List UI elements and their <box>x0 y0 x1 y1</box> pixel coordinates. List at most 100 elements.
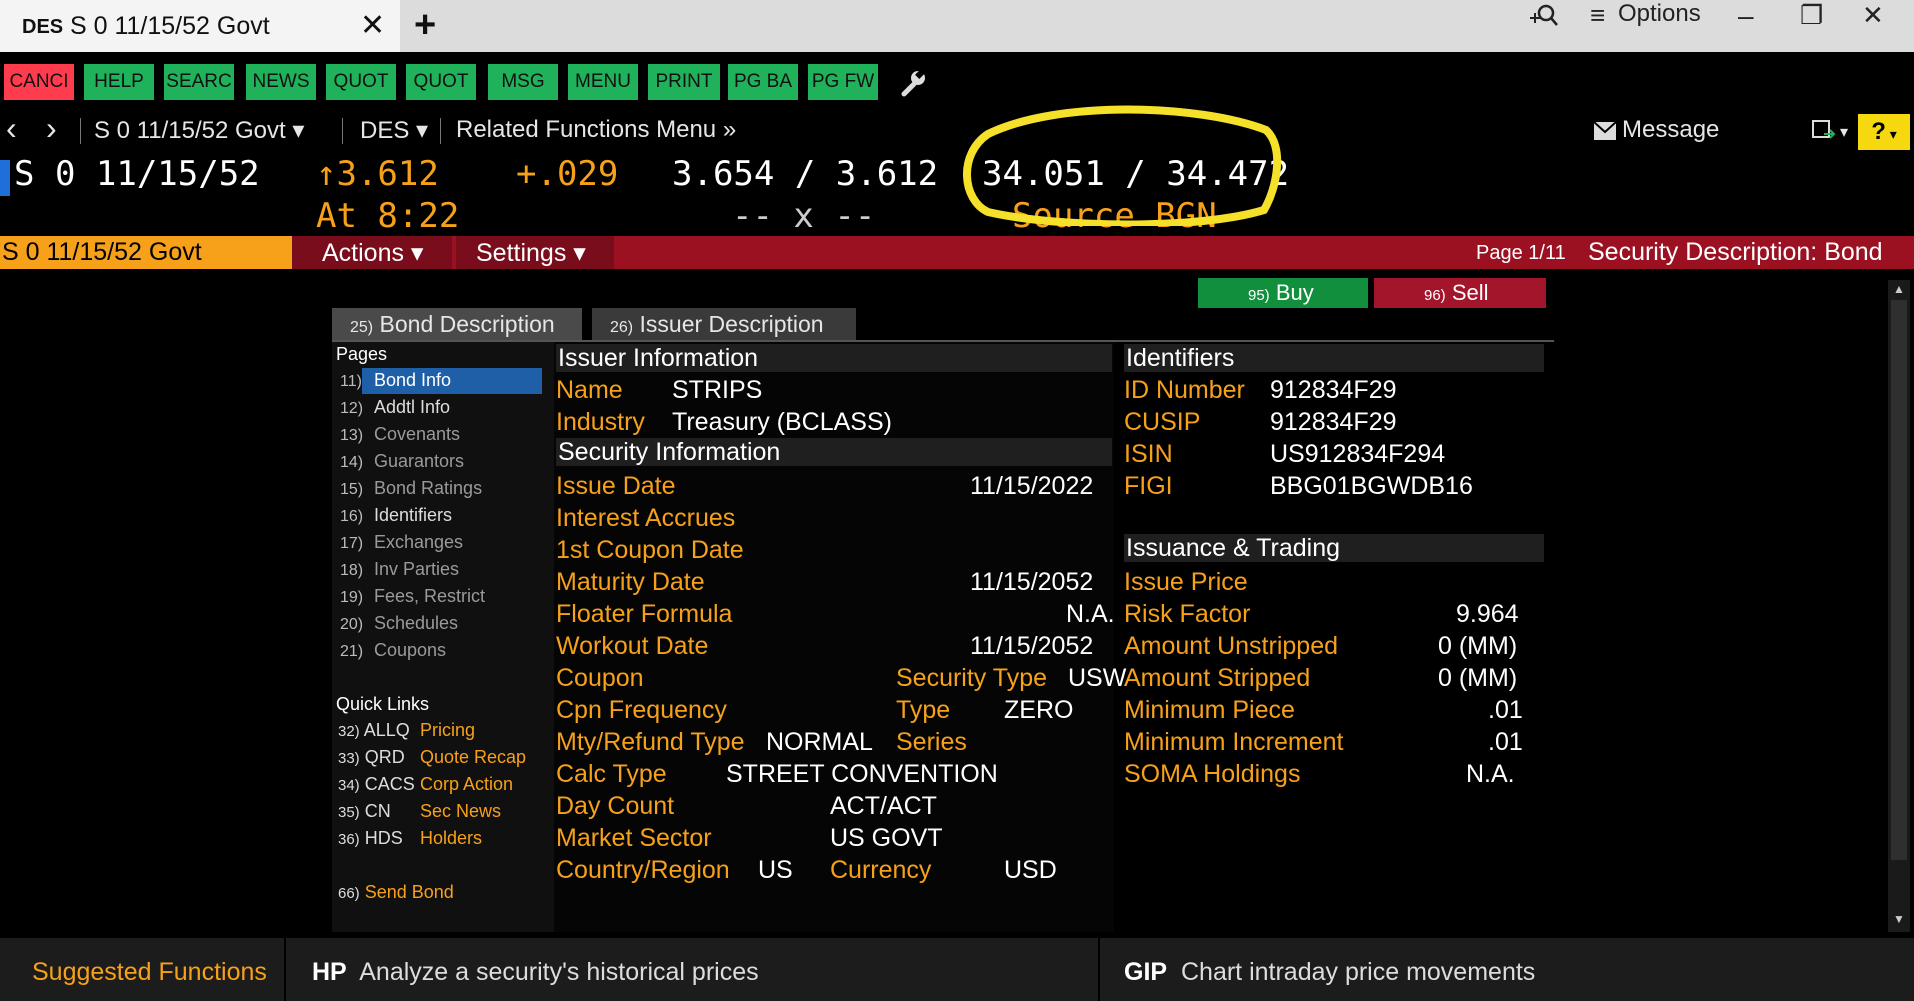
page-back-button[interactable]: PG BA <box>728 64 798 100</box>
quote-recap-button[interactable]: QUOT <box>406 64 476 100</box>
quick-link-quote-recap-label[interactable]: Quote Recap <box>420 747 526 768</box>
page-item-identifiers[interactable]: 16) Identifiers <box>340 505 452 526</box>
maturity-value: 11/15/2052 <box>970 568 1094 596</box>
page-item-schedules[interactable]: 20) Schedules <box>340 613 458 634</box>
page-item-bond-info[interactable]: 11) Bond Info <box>340 370 451 391</box>
suggested-gip[interactable]: GIP Chart intraday price movements <box>1124 958 1535 987</box>
quick-link-holders[interactable]: 36) HDS <box>338 828 403 849</box>
page-indicator: Page 1/11 <box>1476 242 1566 264</box>
restore-button[interactable]: ❐ <box>1800 0 1823 31</box>
tab-issuer-description[interactable]: 26) Issuer Description <box>592 308 856 340</box>
security-header: Security Information <box>558 438 781 466</box>
page-item-addtl-info[interactable]: 12) Addtl Info <box>340 397 450 418</box>
security-selector[interactable]: S 0 11/15/52 Govt ▾ <box>94 116 304 145</box>
page-item-covenants[interactable]: 13) Covenants <box>340 424 460 445</box>
ticker-marker <box>0 160 10 196</box>
calc-type-label: Calc Type <box>556 760 667 788</box>
page-item-exchanges[interactable]: 17) Exchanges <box>340 532 463 553</box>
actions-menu[interactable]: Actions ▾ <box>322 238 423 268</box>
bottom-separator <box>284 938 286 1001</box>
sell-button[interactable]: 96) Sell <box>1374 278 1546 308</box>
scroll-up-icon[interactable]: ▲ <box>1893 282 1905 296</box>
page-item-guarantors[interactable]: 14) Guarantors <box>340 451 464 472</box>
country-label: Country/Region <box>556 856 730 884</box>
forward-arrow-icon[interactable]: › <box>46 110 57 147</box>
amount-stripped-label: Amount Stripped <box>1124 664 1311 692</box>
id-number-value: 912834F29 <box>1270 376 1397 404</box>
search-icon[interactable] <box>1528 2 1560 32</box>
wrench-icon[interactable] <box>898 68 928 98</box>
quick-link-sec-news[interactable]: 35) CN <box>338 801 391 822</box>
close-tab-icon[interactable]: ✕ <box>360 8 385 43</box>
floater-value: N.A. <box>1066 600 1115 628</box>
close-window-button[interactable]: ✕ <box>1862 0 1884 31</box>
send-bond-link[interactable]: 66) Send Bond <box>338 882 454 903</box>
quick-link-pricing[interactable]: 32) ALLQ <box>338 720 410 741</box>
options-button[interactable]: Options <box>1618 0 1701 28</box>
quick-link-sec-news-label[interactable]: Sec News <box>420 801 501 822</box>
type-label: Type <box>896 696 951 724</box>
help-question-button[interactable]: ? ▾ <box>1858 114 1910 150</box>
market-sector-value: US GOVT <box>830 824 943 852</box>
news-button[interactable]: NEWS <box>246 64 316 100</box>
mty-refund-value: NORMAL <box>766 728 873 756</box>
envelope-icon <box>1594 122 1616 140</box>
quick-link-quote-recap[interactable]: 33) QRD <box>338 747 405 768</box>
soma-holdings-value: N.A. <box>1466 760 1515 788</box>
cancel-button[interactable]: CANCI <box>4 64 74 100</box>
page-item-coupons[interactable]: 21) Coupons <box>340 640 446 661</box>
related-functions-menu[interactable]: Related Functions Menu » <box>456 116 736 144</box>
suggested-hp[interactable]: HP Analyze a security's historical price… <box>312 958 759 987</box>
bid-ask-yield: 3.654 / 3.612 <box>672 154 939 194</box>
page-item-fees-restrict[interactable]: 19) Fees, Restrict <box>340 586 485 607</box>
quick-link-corp-action-label[interactable]: Corp Action <box>420 774 513 795</box>
workout-value: 11/15/2052 <box>970 632 1094 660</box>
tab-bond-description[interactable]: 25) Bond Description <box>332 308 582 340</box>
quick-link-holders-label[interactable]: Holders <box>420 828 482 849</box>
calc-type-value: STREET CONVENTION <box>726 760 998 788</box>
msg-button[interactable]: MSG <box>488 64 558 100</box>
quote-button[interactable]: QUOT <box>326 64 396 100</box>
quote-ticker: S 0 11/15/52 <box>14 154 260 194</box>
suggested-functions-label: Suggested Functions <box>32 958 267 986</box>
issuer-header: Issuer Information <box>558 344 759 372</box>
menu-button[interactable]: MENU <box>568 64 638 100</box>
page-item-inv-parties[interactable]: 18) Inv Parties <box>340 559 459 580</box>
page-item-bond-ratings[interactable]: 15) Bond Ratings <box>340 478 482 499</box>
band-ticker: S 0 11/15/52 Govt <box>2 238 202 266</box>
suggested-functions-bar <box>0 938 1914 1001</box>
maturity-label: Maturity Date <box>556 568 705 596</box>
minimum-increment-label: Minimum Increment <box>1124 728 1344 756</box>
back-arrow-icon[interactable]: ‹ <box>6 110 17 147</box>
function-selector[interactable]: DES ▾ <box>360 116 428 145</box>
chevron-down-icon[interactable]: ▾ <box>1840 122 1848 142</box>
pages-title: Pages <box>336 344 388 364</box>
scroll-down-icon[interactable]: ▼ <box>1893 912 1905 926</box>
print-button[interactable]: PRINT <box>648 64 720 100</box>
export-icon[interactable] <box>1812 120 1836 142</box>
tab-code: DES <box>22 16 64 38</box>
quick-link-corp-action[interactable]: 34) CACS <box>338 774 415 795</box>
market-sector-label: Market Sector <box>556 824 712 852</box>
day-count-value: ACT/ACT <box>830 792 937 820</box>
search-button[interactable]: SEARC <box>164 64 234 100</box>
cusip-value: 912834F29 <box>1270 408 1397 436</box>
minimize-button[interactable]: – <box>1738 0 1754 32</box>
isin-label: ISIN <box>1124 440 1173 468</box>
scrollbar-thumb[interactable] <box>1891 300 1907 860</box>
help-button[interactable]: HELP <box>84 64 154 100</box>
risk-factor-label: Risk Factor <box>1124 600 1251 628</box>
message-button[interactable]: Message <box>1622 116 1719 144</box>
settings-menu[interactable]: Settings ▾ <box>476 238 586 268</box>
amount-unstripped-value: 0 (MM) <box>1438 632 1518 660</box>
id-number-label: ID Number <box>1124 376 1245 404</box>
buy-button[interactable]: 95) Buy <box>1198 278 1368 308</box>
issue-date-value: 11/15/2022 <box>970 472 1094 500</box>
quick-link-pricing-label[interactable]: Pricing <box>420 720 475 741</box>
new-tab-icon[interactable]: + <box>414 4 436 47</box>
page-forward-button[interactable]: PG FW <box>808 64 878 100</box>
bottom-separator <box>1098 938 1100 1001</box>
workout-label: Workout Date <box>556 632 709 660</box>
issue-date-label: Issue Date <box>556 472 676 500</box>
country-value: US <box>758 856 793 884</box>
